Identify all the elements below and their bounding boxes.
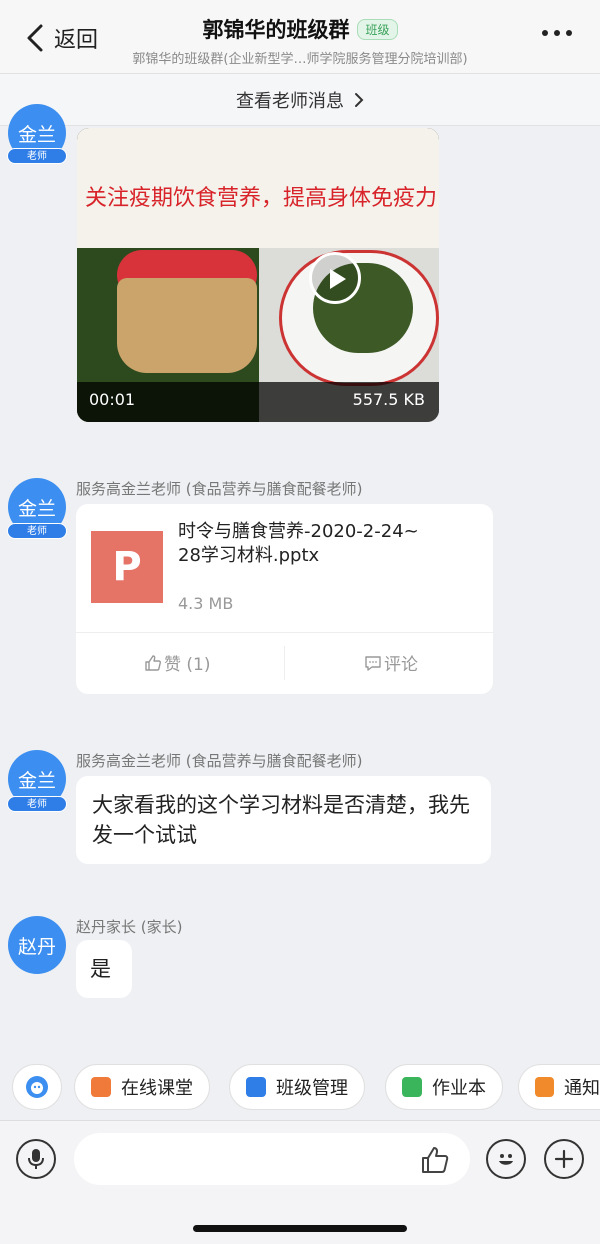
like-label: 赞 (1) bbox=[164, 655, 211, 675]
class-badge: 班级 bbox=[357, 18, 398, 40]
input-bar bbox=[0, 1120, 600, 1244]
thumbs-up-icon bbox=[145, 654, 161, 671]
add-button[interactable] bbox=[544, 1139, 584, 1179]
avatar-label: 金兰 bbox=[17, 769, 56, 792]
file-name: 时令与膳食营养-2020-2-24~28学习材料.pptx bbox=[178, 521, 419, 566]
message-bubble[interactable]: 大家看我的这个学习材料是否清楚，我先发一个试试 bbox=[76, 776, 491, 864]
teacher-tag: 老师 bbox=[7, 148, 67, 164]
avatar-label: 赵丹 bbox=[17, 935, 56, 958]
comment-button[interactable]: 评论 bbox=[364, 650, 418, 675]
video-size: 557.5 KB bbox=[352, 390, 425, 409]
chevron-right-icon bbox=[355, 92, 364, 107]
chat-header: 返回 郭锦华的班级群 班级 郭锦华的班级群(企业新型学…师学院服务管理分院培训部… bbox=[0, 0, 600, 74]
assistant-icon bbox=[26, 1076, 48, 1098]
chip-label: 通知 bbox=[564, 1078, 600, 1099]
page-title: 郭锦华的班级群 bbox=[202, 18, 350, 42]
microphone-icon bbox=[28, 1149, 44, 1169]
avatar[interactable]: 赵丹 bbox=[8, 916, 66, 974]
class-manage-icon bbox=[246, 1077, 266, 1097]
divider bbox=[284, 646, 285, 680]
teacher-tag: 老师 bbox=[7, 796, 67, 812]
notice-icon bbox=[535, 1077, 554, 1097]
online-class-chip[interactable]: 在线课堂 bbox=[74, 1064, 210, 1110]
more-dot-icon bbox=[554, 30, 560, 36]
sender-name: 赵丹家长 (家长) bbox=[76, 918, 183, 936]
homework-icon bbox=[402, 1077, 422, 1097]
assistant-button[interactable] bbox=[12, 1064, 62, 1110]
more-dot-icon bbox=[566, 30, 572, 36]
chip-label: 班级管理 bbox=[276, 1078, 348, 1099]
teacher-tag: 老师 bbox=[7, 523, 67, 539]
class-manage-chip[interactable]: 班级管理 bbox=[229, 1064, 365, 1110]
avatar-label: 金兰 bbox=[17, 123, 56, 146]
notice-chip[interactable]: 通知 bbox=[518, 1064, 600, 1110]
message-bubble[interactable]: 是 bbox=[76, 940, 132, 998]
page-subtitle: 郭锦华的班级群(企业新型学…师学院服务管理分院培训部) bbox=[132, 52, 468, 67]
video-duration: 00:01 bbox=[89, 390, 136, 409]
divider bbox=[76, 632, 493, 633]
comment-label: 评论 bbox=[384, 655, 418, 675]
smiley-icon bbox=[499, 1154, 513, 1165]
avatar-label: 金兰 bbox=[17, 497, 56, 520]
chip-label: 在线课堂 bbox=[121, 1078, 193, 1099]
message-input[interactable] bbox=[74, 1133, 470, 1185]
thumbs-up-button[interactable] bbox=[420, 1145, 450, 1175]
chip-label: 作业本 bbox=[432, 1078, 486, 1099]
file-message[interactable]: P 时令与膳食营养-2020-2-24~28学习材料.pptx 4.3 MB 赞… bbox=[76, 504, 493, 694]
quick-action-bar: 在线课堂 班级管理 作业本 通知 bbox=[0, 1058, 600, 1114]
online-class-icon bbox=[91, 1077, 111, 1097]
file-size: 4.3 MB bbox=[178, 594, 234, 613]
play-icon bbox=[330, 269, 346, 289]
thumbs-up-icon bbox=[422, 1147, 449, 1173]
more-dot-icon bbox=[542, 30, 548, 36]
sender-name: 服务高金兰老师 (食品营养与膳食配餐老师) bbox=[76, 480, 363, 498]
more-options-button[interactable] bbox=[542, 30, 572, 36]
like-button[interactable]: 赞 (1) bbox=[144, 650, 210, 675]
view-teacher-messages-button[interactable]: 查看老师消息 bbox=[0, 74, 600, 126]
comment-icon bbox=[365, 655, 381, 671]
sender-name: 服务高金兰老师 (食品营养与膳食配餐老师) bbox=[76, 752, 363, 770]
homework-chip[interactable]: 作业本 bbox=[385, 1064, 503, 1110]
home-indicator bbox=[193, 1225, 407, 1232]
video-caption: 关注疫期饮食营养，提高身体免疫力 bbox=[85, 186, 438, 211]
ppt-file-icon: P bbox=[91, 531, 163, 603]
play-button[interactable] bbox=[309, 252, 361, 304]
video-message[interactable]: 关注疫期饮食营养，提高身体免疫力 00:01 557.5 KB bbox=[77, 128, 439, 422]
bucket-image bbox=[117, 278, 257, 373]
title-area: 郭锦华的班级群 班级 bbox=[0, 14, 600, 44]
emoji-button[interactable] bbox=[486, 1139, 526, 1179]
plus-icon bbox=[554, 1149, 574, 1169]
voice-button[interactable] bbox=[16, 1139, 56, 1179]
teacher-bar-label: 查看老师消息 bbox=[236, 90, 344, 112]
